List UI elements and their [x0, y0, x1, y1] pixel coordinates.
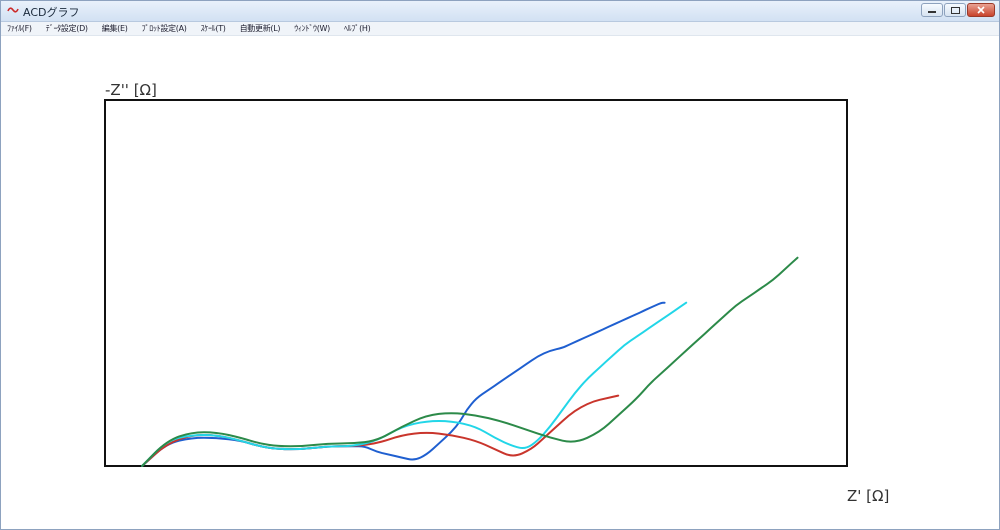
menu-scale[interactable]: ｽｹｰﾙ(T) — [201, 23, 226, 34]
plot-area — [104, 99, 848, 467]
menu-bar: ﾌｧｲﾙ(F) ﾃﾞｰﾀ設定(D) 編集(E) ﾌﾟﾛｯﾄ設定(A) ｽｹｰﾙ(… — [1, 22, 999, 36]
x-axis-label: Z' [Ω] — [847, 487, 890, 505]
menu-help[interactable]: ﾍﾙﾌﾟ(H) — [344, 23, 371, 34]
menu-file[interactable]: ﾌｧｲﾙ(F) — [7, 23, 32, 34]
menu-edit[interactable]: 編集(E) — [102, 23, 128, 34]
menu-data-settings[interactable]: ﾃﾞｰﾀ設定(D) — [46, 23, 88, 34]
menu-auto-update[interactable]: 自動更新(L) — [240, 23, 281, 34]
minimize-icon — [928, 11, 936, 13]
app-window: ACDグラフ ﾌｧｲﾙ(F) ﾃﾞｰﾀ設定(D) 編集(E) ﾌﾟﾛｯﾄ設定(A… — [0, 0, 1000, 530]
menu-window[interactable]: ｳｨﾝﾄﾞｳ(W) — [294, 23, 330, 34]
title-bar: ACDグラフ — [1, 1, 999, 22]
close-icon — [977, 6, 985, 14]
window-title: ACDグラフ — [23, 6, 80, 19]
menu-plot-settings[interactable]: ﾌﾟﾛｯﾄ設定(A) — [142, 23, 187, 34]
minimize-button[interactable] — [921, 3, 943, 17]
maximize-button[interactable] — [944, 3, 966, 17]
maximize-icon — [950, 6, 960, 14]
app-icon — [7, 7, 19, 13]
close-button[interactable] — [967, 3, 995, 17]
y-axis-label: -Z'' [Ω] — [105, 81, 157, 99]
window-controls — [921, 3, 995, 17]
nyquist-plot — [104, 99, 848, 467]
